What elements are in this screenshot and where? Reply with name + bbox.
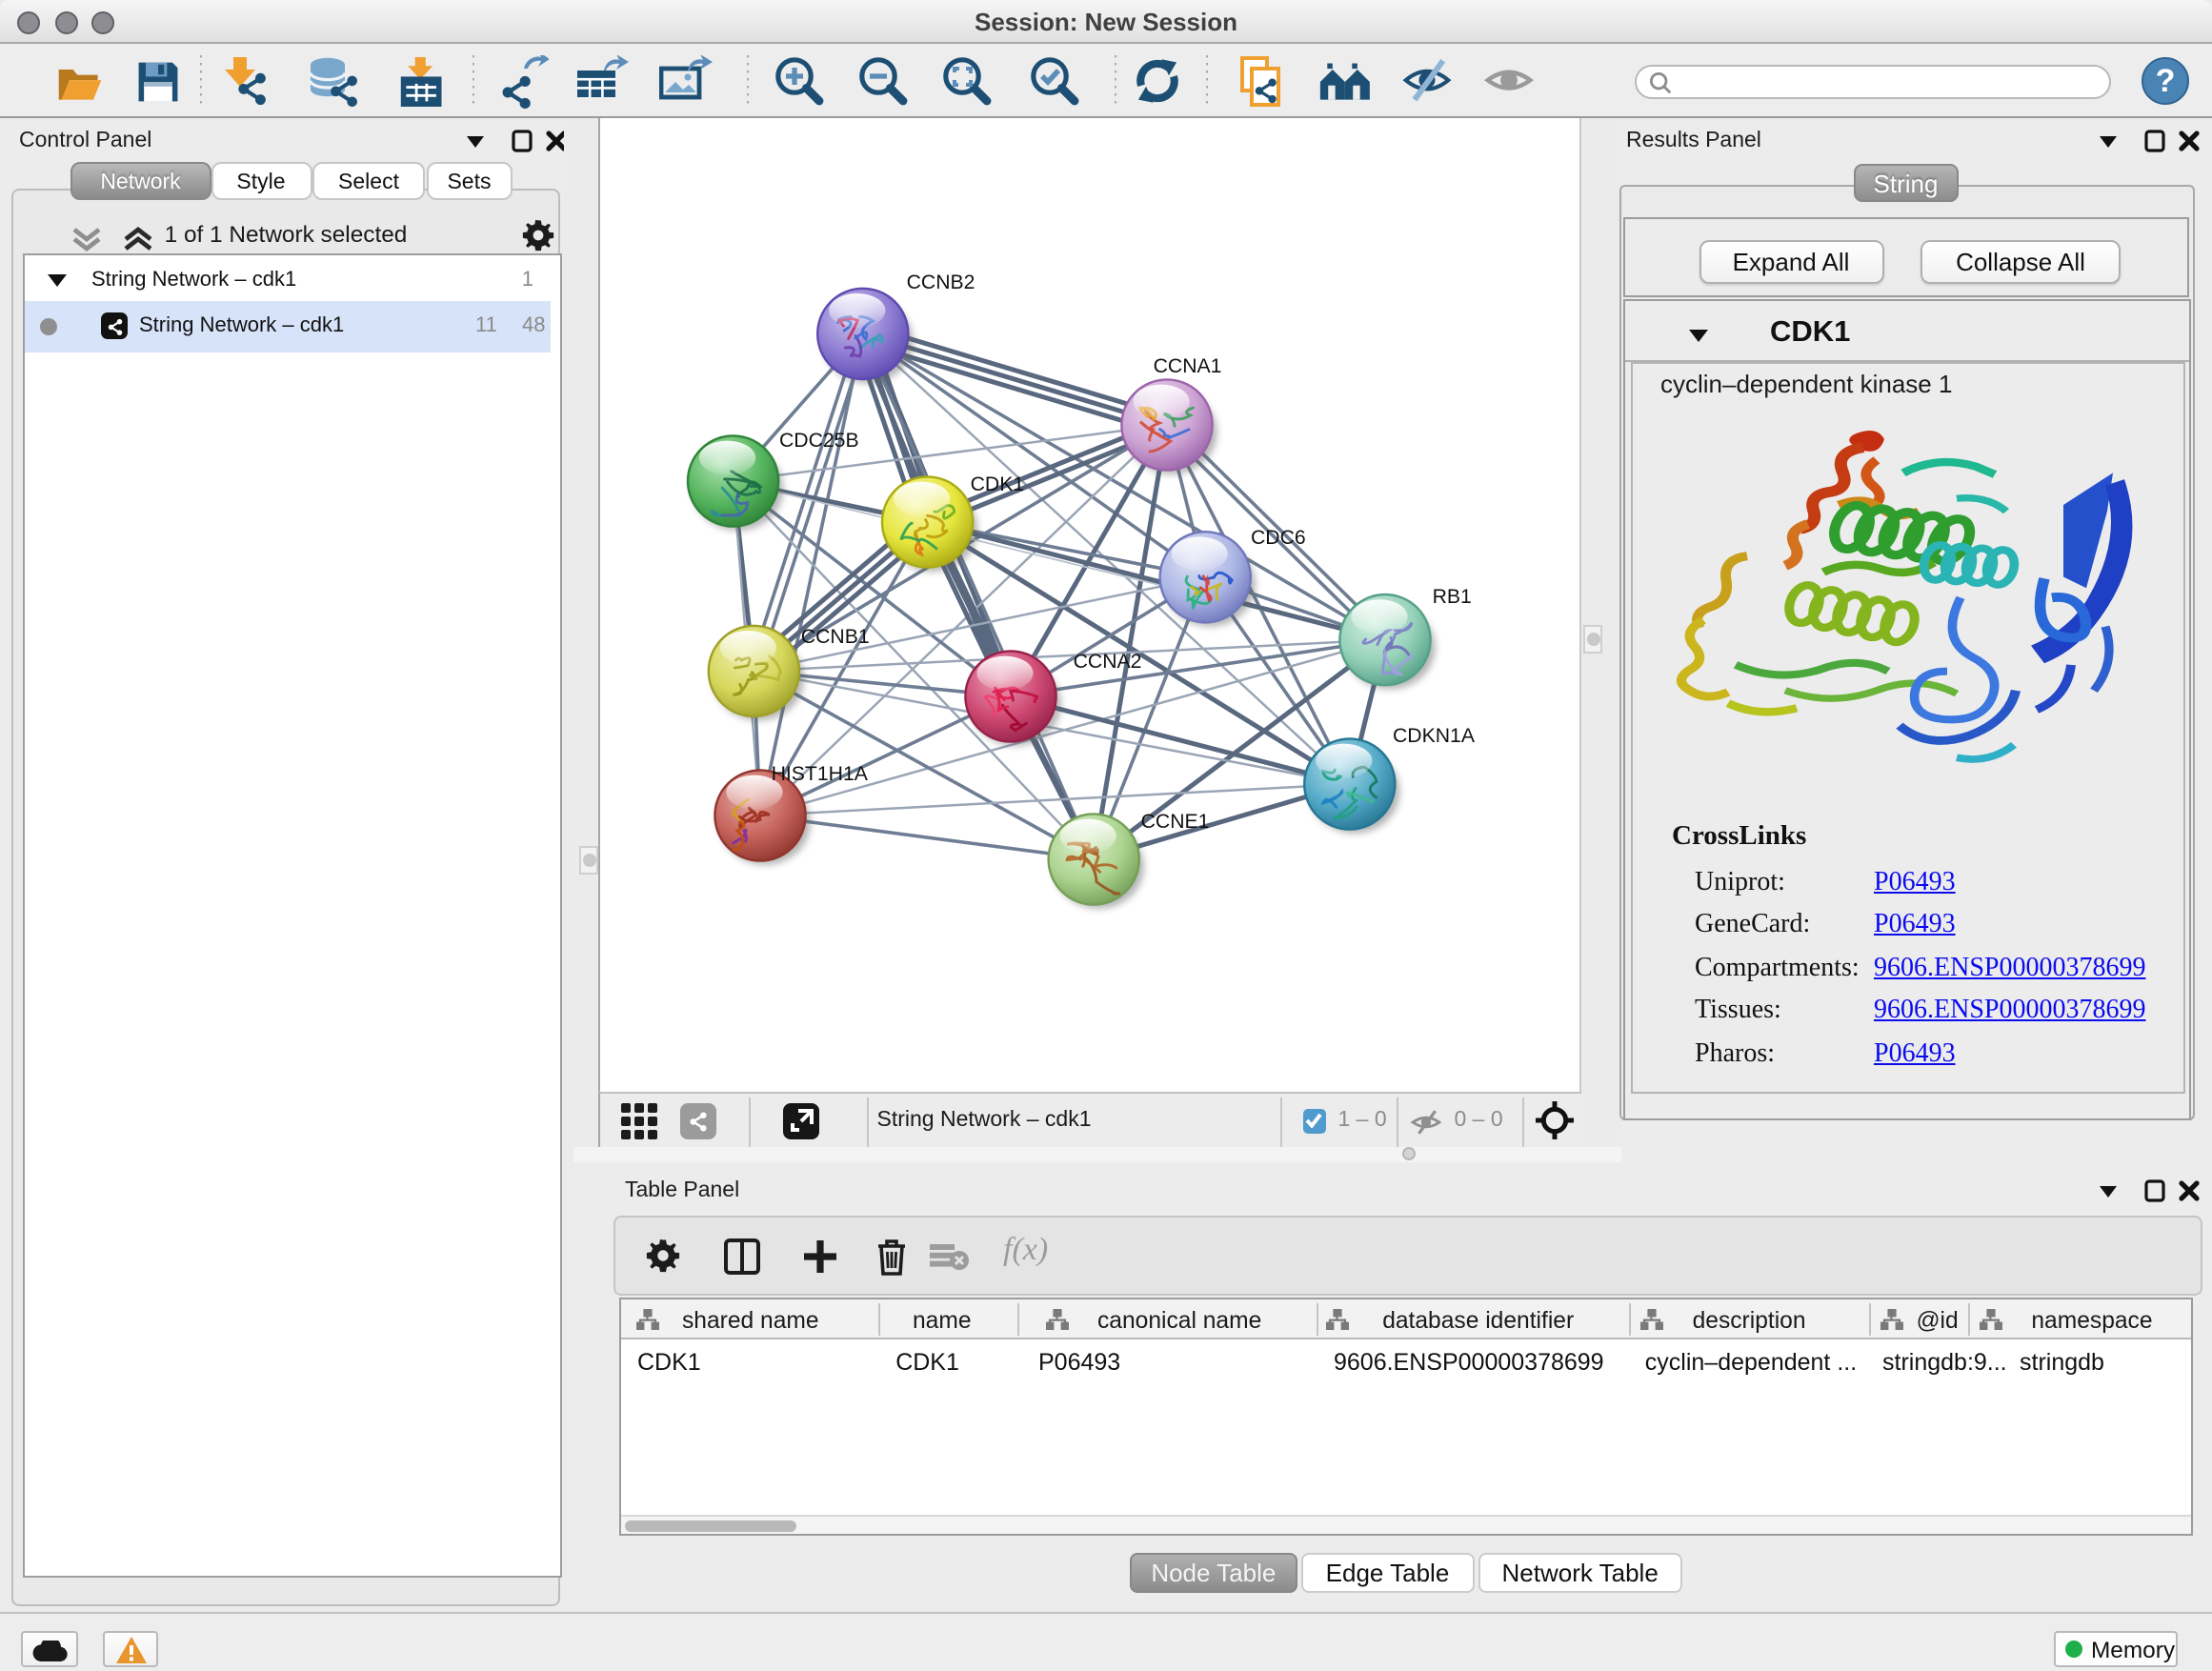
svg-text:CCNB2: CCNB2 <box>907 272 975 293</box>
svg-text:HIST1H1A: HIST1H1A <box>772 763 869 785</box>
svg-text:CDC6: CDC6 <box>1252 527 1307 549</box>
svg-text:CDC25B: CDC25B <box>780 430 860 452</box>
svg-text:CDKN1A: CDKN1A <box>1394 725 1477 747</box>
svg-text:CCNE1: CCNE1 <box>1141 811 1210 833</box>
svg-text:CCNB1: CCNB1 <box>801 626 870 648</box>
svg-text:RB1: RB1 <box>1433 586 1472 608</box>
svg-text:CCNA2: CCNA2 <box>1074 651 1142 673</box>
svg-text:CDK1: CDK1 <box>971 473 1025 495</box>
svg-text:CCNA1: CCNA1 <box>1154 355 1222 377</box>
